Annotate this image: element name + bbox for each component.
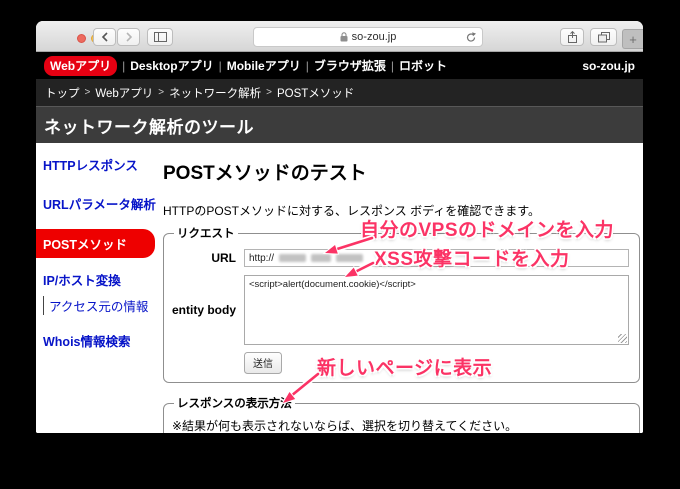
breadcrumb-separator: > xyxy=(266,87,272,98)
sidebar-toggle-icon xyxy=(154,32,167,42)
breadcrumb-item-webapps[interactable]: Webアプリ xyxy=(95,85,153,101)
screenshot-stage: so-zou.jp + xyxy=(0,0,680,489)
response-display-legend: レスポンスの表示方法 xyxy=(174,395,295,411)
url-value-prefix: http:// xyxy=(249,253,274,264)
site-brand: so-zou.jp xyxy=(582,59,635,73)
redacted-domain-blur xyxy=(311,254,331,262)
page-header: ネットワーク解析のツール xyxy=(36,106,643,143)
browser-toolbar: so-zou.jp + xyxy=(36,21,643,52)
tabs-icon xyxy=(598,32,610,43)
nav-separator: | xyxy=(391,59,394,73)
plus-icon: + xyxy=(629,32,637,47)
tab-overview-button[interactable] xyxy=(590,28,617,46)
nav-separator: | xyxy=(122,59,125,73)
breadcrumb-item-top[interactable]: トップ xyxy=(45,85,80,101)
page-title: ネットワーク解析のツール xyxy=(44,113,254,138)
sidebar-toggle-button[interactable] xyxy=(147,28,173,46)
lock-icon xyxy=(340,32,348,42)
back-button[interactable] xyxy=(93,28,116,46)
annotation-xss-code: XSS攻撃コードを入力 xyxy=(374,244,570,271)
resize-grip-icon[interactable] xyxy=(618,334,627,343)
tool-sidebar: HTTPレスポンス URLパラメータ解析 POSTメソッド IP/ホスト変換 ア… xyxy=(36,143,158,433)
breadcrumb-item-post: POSTメソッド xyxy=(277,85,354,101)
forward-icon xyxy=(125,32,133,42)
close-window-icon[interactable] xyxy=(77,34,86,43)
url-label: URL xyxy=(172,251,236,265)
nav-separator: | xyxy=(306,59,309,73)
nav-item-webapps[interactable]: Webアプリ xyxy=(44,56,117,76)
response-display-note: ※結果が何も表示されないならば、選択を切り替えてください。 xyxy=(172,417,629,433)
address-bar[interactable]: so-zou.jp xyxy=(253,27,483,47)
entity-body-label: entity body xyxy=(172,275,236,345)
nav-item-desktop[interactable]: Desktopアプリ xyxy=(130,57,213,74)
breadcrumb-separator: > xyxy=(158,87,164,98)
share-button[interactable] xyxy=(560,28,584,46)
nav-separator: | xyxy=(219,59,222,73)
redacted-domain-blur xyxy=(336,254,363,262)
share-icon xyxy=(567,31,578,43)
nav-item-mobile[interactable]: Mobileアプリ xyxy=(227,57,301,74)
request-legend: リクエスト xyxy=(174,225,238,241)
sidebar-item-ip-host[interactable]: IP/ホスト変換 xyxy=(43,270,158,289)
sidebar-item-http-response[interactable]: HTTPレスポンス xyxy=(43,155,158,174)
content-area: HTTPレスポンス URLパラメータ解析 POSTメソッド IP/ホスト変換 ア… xyxy=(36,143,643,433)
nav-item-robot[interactable]: ロボット xyxy=(399,57,447,74)
main-panel: POSTメソッドのテスト HTTPのPOSTメソッドに対する、レスポンス ボディ… xyxy=(158,143,643,433)
sidebar-item-whois[interactable]: Whois情報検索 xyxy=(43,331,158,350)
redacted-domain-blur xyxy=(279,254,306,262)
annotation-vps-domain: 自分のVPSのドメインを入力 xyxy=(360,215,614,242)
site-nav: Webアプリ | Desktopアプリ | Mobileアプリ | ブラウザ拡張… xyxy=(36,52,643,79)
breadcrumb-separator: > xyxy=(85,87,91,98)
breadcrumb-item-network[interactable]: ネットワーク解析 xyxy=(169,85,261,101)
reload-icon[interactable] xyxy=(465,31,477,44)
tool-title: POSTメソッドのテスト xyxy=(163,158,640,185)
sidebar-item-url-params[interactable]: URLパラメータ解析 xyxy=(43,194,158,213)
nav-item-browser-ext[interactable]: ブラウザ拡張 xyxy=(314,57,386,74)
submit-button[interactable]: 送信 xyxy=(244,352,282,374)
annotation-new-page: 新しいページに表示 xyxy=(317,353,492,380)
sidebar-item-post-method-active[interactable]: POSTメソッド xyxy=(36,229,155,258)
forward-button[interactable] xyxy=(117,28,140,46)
sidebar-item-access-source[interactable]: アクセス元の情報 xyxy=(43,296,158,315)
entity-body-textarea[interactable]: <script>alert(document.cookie)</script> xyxy=(244,275,629,345)
response-display-fieldset: レスポンスの表示方法 ※結果が何も表示されないならば、選択を切り替えてください。… xyxy=(163,395,640,433)
address-bar-domain: so-zou.jp xyxy=(352,31,397,43)
breadcrumb: トップ > Webアプリ > ネットワーク解析 > POSTメソッド xyxy=(36,79,643,106)
new-tab-button[interactable]: + xyxy=(622,29,643,49)
back-icon xyxy=(101,32,109,42)
